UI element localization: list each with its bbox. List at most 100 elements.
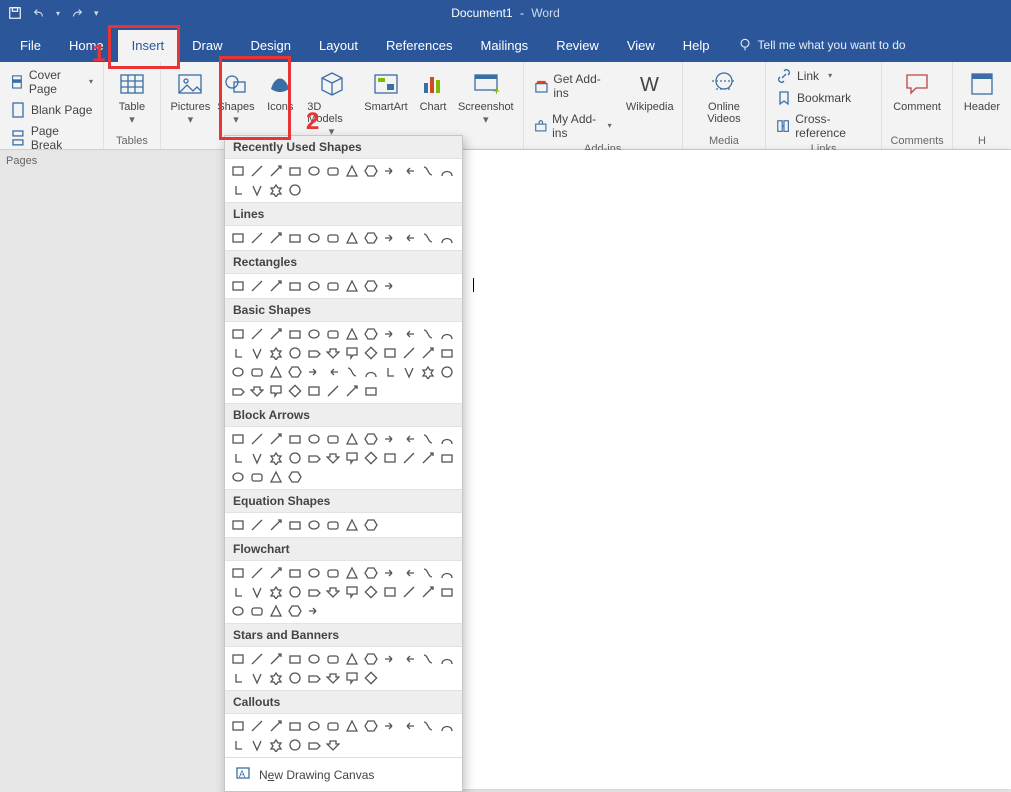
shape-option[interactable] xyxy=(324,449,342,467)
shape-option[interactable] xyxy=(248,449,266,467)
shape-option[interactable] xyxy=(343,717,361,735)
shape-option[interactable] xyxy=(362,650,380,668)
undo-icon[interactable] xyxy=(32,6,46,20)
shape-option[interactable] xyxy=(381,277,399,295)
online-videos-button[interactable]: Online Videos xyxy=(689,66,759,128)
shape-option[interactable] xyxy=(343,516,361,534)
shape-option[interactable] xyxy=(419,564,437,582)
shape-option[interactable] xyxy=(286,162,304,180)
shape-option[interactable] xyxy=(324,162,342,180)
my-addins-button[interactable]: My Add-ins▾ xyxy=(530,110,616,142)
tab-help[interactable]: Help xyxy=(669,30,724,62)
shape-option[interactable] xyxy=(419,363,437,381)
comment-button[interactable]: Comment xyxy=(888,66,946,116)
page-break-button[interactable]: Page Break xyxy=(6,122,97,154)
shape-option[interactable] xyxy=(305,162,323,180)
shape-option[interactable] xyxy=(381,449,399,467)
tab-view[interactable]: View xyxy=(613,30,669,62)
shape-option[interactable] xyxy=(286,430,304,448)
shape-option[interactable] xyxy=(305,363,323,381)
shape-option[interactable] xyxy=(286,602,304,620)
table-button[interactable]: Table▾ xyxy=(110,66,154,129)
shape-option[interactable] xyxy=(267,363,285,381)
tell-me-search[interactable]: Tell me what you want to do xyxy=(724,38,906,62)
shape-option[interactable] xyxy=(229,736,247,754)
shape-option[interactable] xyxy=(381,564,399,582)
shape-option[interactable] xyxy=(248,650,266,668)
link-button[interactable]: Link▾ xyxy=(772,66,836,86)
shape-option[interactable] xyxy=(381,229,399,247)
shape-option[interactable] xyxy=(400,449,418,467)
shape-option[interactable] xyxy=(400,344,418,362)
shape-option[interactable] xyxy=(324,229,342,247)
pictures-button[interactable]: Pictures▾ xyxy=(167,66,214,141)
shape-option[interactable] xyxy=(248,382,266,400)
shape-option[interactable] xyxy=(438,449,456,467)
shape-option[interactable] xyxy=(286,468,304,486)
shape-option[interactable] xyxy=(286,717,304,735)
shape-option[interactable] xyxy=(286,344,304,362)
tab-design[interactable]: Design xyxy=(237,30,305,62)
shape-option[interactable] xyxy=(419,430,437,448)
shape-option[interactable] xyxy=(305,229,323,247)
shape-option[interactable] xyxy=(229,229,247,247)
shape-option[interactable] xyxy=(438,430,456,448)
icons-button[interactable]: Icons xyxy=(258,66,302,141)
shape-option[interactable] xyxy=(305,516,323,534)
shape-option[interactable] xyxy=(362,516,380,534)
shape-option[interactable] xyxy=(381,162,399,180)
shape-option[interactable] xyxy=(286,382,304,400)
shape-option[interactable] xyxy=(438,325,456,343)
shape-option[interactable] xyxy=(305,650,323,668)
shape-option[interactable] xyxy=(324,516,342,534)
shape-option[interactable] xyxy=(343,650,361,668)
shape-option[interactable] xyxy=(229,277,247,295)
shape-option[interactable] xyxy=(267,430,285,448)
shape-option[interactable] xyxy=(362,717,380,735)
shape-option[interactable] xyxy=(438,162,456,180)
shape-option[interactable] xyxy=(400,583,418,601)
shape-option[interactable] xyxy=(305,382,323,400)
shape-option[interactable] xyxy=(229,449,247,467)
shape-option[interactable] xyxy=(267,669,285,687)
shape-option[interactable] xyxy=(438,363,456,381)
shape-option[interactable] xyxy=(400,325,418,343)
shape-option[interactable] xyxy=(419,325,437,343)
chart-button[interactable]: Chart xyxy=(411,66,455,141)
shape-option[interactable] xyxy=(267,650,285,668)
shape-option[interactable] xyxy=(248,162,266,180)
shape-option[interactable] xyxy=(229,382,247,400)
shape-option[interactable] xyxy=(419,162,437,180)
shape-option[interactable] xyxy=(286,325,304,343)
shape-option[interactable] xyxy=(362,325,380,343)
shape-option[interactable] xyxy=(343,229,361,247)
shape-option[interactable] xyxy=(248,583,266,601)
shape-option[interactable] xyxy=(324,277,342,295)
shape-option[interactable] xyxy=(267,229,285,247)
tab-insert[interactable]: Insert xyxy=(118,30,179,62)
shape-option[interactable] xyxy=(400,717,418,735)
shape-option[interactable] xyxy=(324,430,342,448)
shape-option[interactable] xyxy=(305,325,323,343)
shape-option[interactable] xyxy=(419,229,437,247)
shape-option[interactable] xyxy=(267,736,285,754)
blank-page-button[interactable]: Blank Page xyxy=(6,100,97,120)
shape-option[interactable] xyxy=(362,669,380,687)
shape-option[interactable] xyxy=(267,449,285,467)
tab-references[interactable]: References xyxy=(372,30,466,62)
shape-option[interactable] xyxy=(419,717,437,735)
shape-option[interactable] xyxy=(248,325,266,343)
shape-option[interactable] xyxy=(248,602,266,620)
shape-option[interactable] xyxy=(438,564,456,582)
shape-option[interactable] xyxy=(286,181,304,199)
shape-option[interactable] xyxy=(419,449,437,467)
shape-option[interactable] xyxy=(267,516,285,534)
shape-option[interactable] xyxy=(305,717,323,735)
shape-option[interactable] xyxy=(381,363,399,381)
shape-option[interactable] xyxy=(362,162,380,180)
shape-option[interactable] xyxy=(305,736,323,754)
shape-option[interactable] xyxy=(343,583,361,601)
shape-option[interactable] xyxy=(343,430,361,448)
shape-option[interactable] xyxy=(362,430,380,448)
shape-option[interactable] xyxy=(248,430,266,448)
